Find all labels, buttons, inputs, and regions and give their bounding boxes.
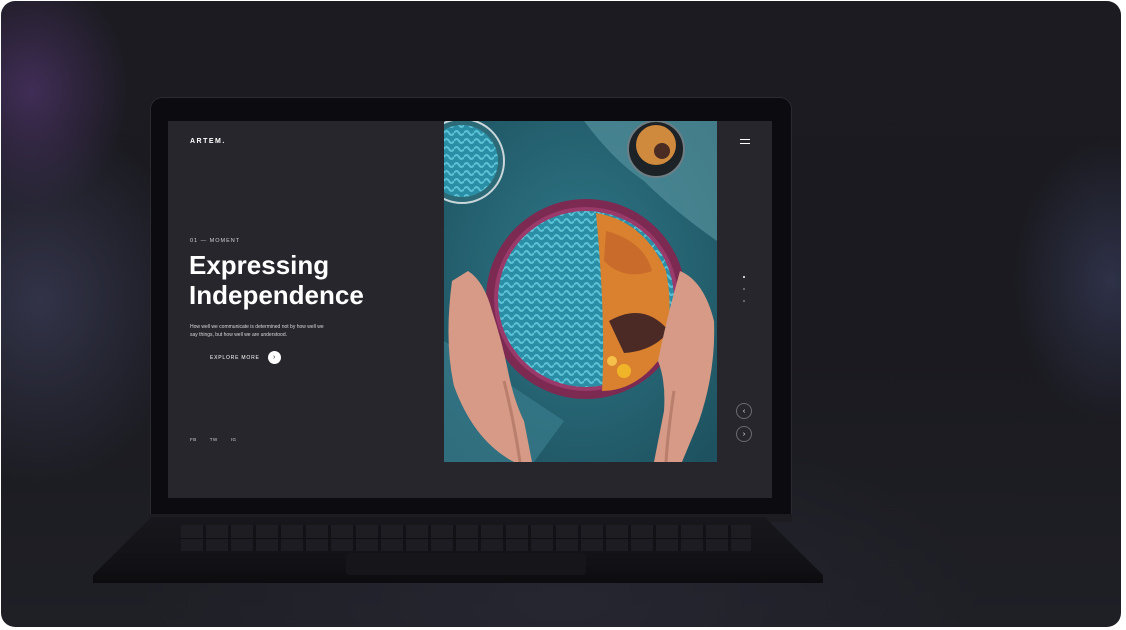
laptop-screen: ARTEM. 01 — MOMENT Expressing Independen… [168, 121, 772, 498]
slider-dot-3[interactable] [743, 300, 745, 302]
headline-line-2: Independence [189, 280, 364, 310]
hero-description: How well we communicate is determined no… [190, 324, 324, 338]
arrow-right-icon[interactable]: › [267, 351, 281, 364]
slide-eyebrow: 01 — MOMENT [190, 238, 241, 244]
social-links: FB TW IG [190, 437, 237, 442]
site-logo[interactable]: ARTEM. [190, 138, 226, 145]
social-link-facebook[interactable]: FB [190, 437, 197, 442]
social-link-twitter[interactable]: TW [210, 437, 218, 442]
slider-dot-2[interactable] [743, 288, 745, 290]
slider-pagination [743, 276, 745, 312]
hero-photo [444, 121, 717, 462]
explore-more-label: EXPLORE MORE [210, 354, 260, 361]
page-title: Expressing Independence [189, 250, 364, 310]
chevron-left-icon[interactable]: ‹ [736, 403, 752, 419]
explore-more-button[interactable]: EXPLORE MORE › [210, 351, 281, 364]
chevron-right-icon[interactable]: › [736, 426, 752, 442]
pasta-bowl-illustration [444, 121, 717, 462]
keyboard-row-gap [181, 538, 751, 539]
laptop-trackpad [346, 553, 586, 575]
headline-line-1: Expressing [189, 250, 330, 280]
social-link-instagram[interactable]: IG [231, 437, 237, 442]
hamburger-menu-icon[interactable] [740, 139, 750, 145]
slider-dot-1[interactable] [743, 276, 745, 278]
